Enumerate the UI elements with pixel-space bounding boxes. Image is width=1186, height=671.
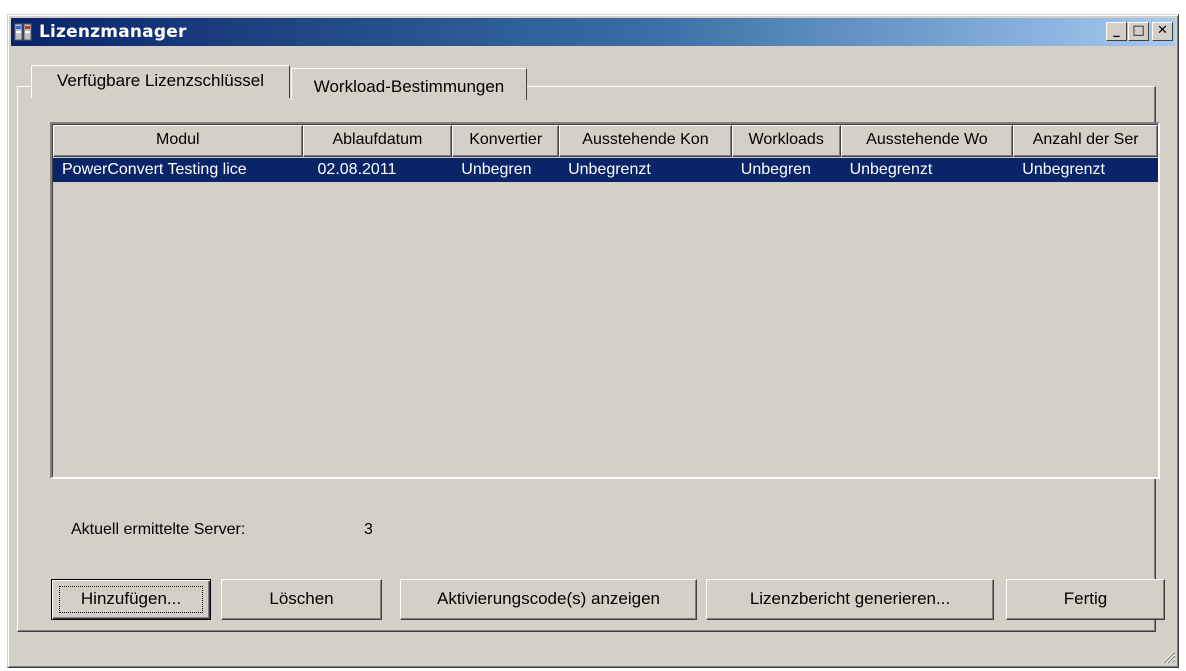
- generate-license-report-button[interactable]: Lizenzbericht generieren...: [706, 579, 994, 620]
- done-button-label: Fertig: [1063, 589, 1108, 608]
- column-header-konvertier[interactable]: Konvertier: [452, 125, 560, 157]
- add-button-label: Hinzufügen...: [80, 589, 182, 608]
- window-title: Lizenzmanager: [39, 22, 187, 42]
- column-header-modul[interactable]: Modul: [53, 125, 303, 157]
- license-list[interactable]: Modul Ablaufdatum Konvertier Ausstehende…: [50, 122, 1160, 479]
- cell-ausstehende-wo: Unbegrenzt: [849, 161, 933, 178]
- cell-ausstehende-kon: Unbegrenzt: [568, 161, 651, 178]
- close-icon: ✕: [1157, 23, 1168, 38]
- column-header-ablaufdatum[interactable]: Ablaufdatum: [302, 125, 453, 157]
- title-bar[interactable]: Lizenzmanager _ □ ✕: [11, 18, 1175, 46]
- maximize-icon: □: [1132, 23, 1145, 38]
- table-row[interactable]: PowerConvert Testing lice 02.08.2011 Unb…: [53, 158, 1158, 182]
- column-header-workloads[interactable]: Workloads: [731, 125, 841, 157]
- column-header-ausstehende-wo[interactable]: Ausstehende Wo: [840, 125, 1014, 157]
- tab-available-license-keys[interactable]: Verfügbare Lizenzschlüssel: [31, 65, 290, 98]
- cell-anzahl-der-ser: Unbegrenzt: [1022, 161, 1105, 178]
- tab-label: Verfügbare Lizenzschlüssel: [57, 71, 264, 90]
- cell-konvertier: Unbegren: [461, 161, 532, 178]
- tab-label: Workload-Bestimmungen: [313, 77, 505, 96]
- servers-found-value: 3: [364, 521, 373, 538]
- delete-button[interactable]: Löschen: [221, 579, 382, 620]
- minimize-icon: _: [1113, 23, 1120, 38]
- close-button[interactable]: ✕: [1152, 22, 1173, 41]
- column-header-ausstehende-kon[interactable]: Ausstehende Kon: [559, 125, 732, 157]
- done-button[interactable]: Fertig: [1006, 579, 1165, 620]
- cell-modul: PowerConvert Testing lice: [62, 161, 247, 178]
- generate-license-report-label: Lizenzbericht generieren...: [749, 589, 951, 608]
- column-header-anzahl-der-ser[interactable]: Anzahl der Ser: [1013, 125, 1158, 157]
- cell-workloads: Unbegren: [740, 161, 812, 178]
- app-icon: [14, 23, 32, 41]
- minimize-button[interactable]: _: [1106, 22, 1127, 41]
- show-activation-codes-button[interactable]: Aktivierungscode(s) anzeigen: [400, 579, 697, 620]
- maximize-button[interactable]: □: [1128, 22, 1149, 41]
- resize-grip-icon[interactable]: [1160, 648, 1176, 664]
- servers-found-label: Aktuell ermittelte Server:: [71, 521, 246, 538]
- list-header: Modul Ablaufdatum Konvertier Ausstehende…: [53, 125, 1158, 157]
- show-activation-codes-label: Aktivierungscode(s) anzeigen: [436, 589, 660, 608]
- cell-ablaufdatum: 02.08.2011: [317, 161, 397, 178]
- delete-button-label: Löschen: [269, 589, 334, 608]
- tab-workload-designations[interactable]: Workload-Bestimmungen: [291, 68, 527, 100]
- add-button[interactable]: Hinzufügen...: [51, 579, 211, 620]
